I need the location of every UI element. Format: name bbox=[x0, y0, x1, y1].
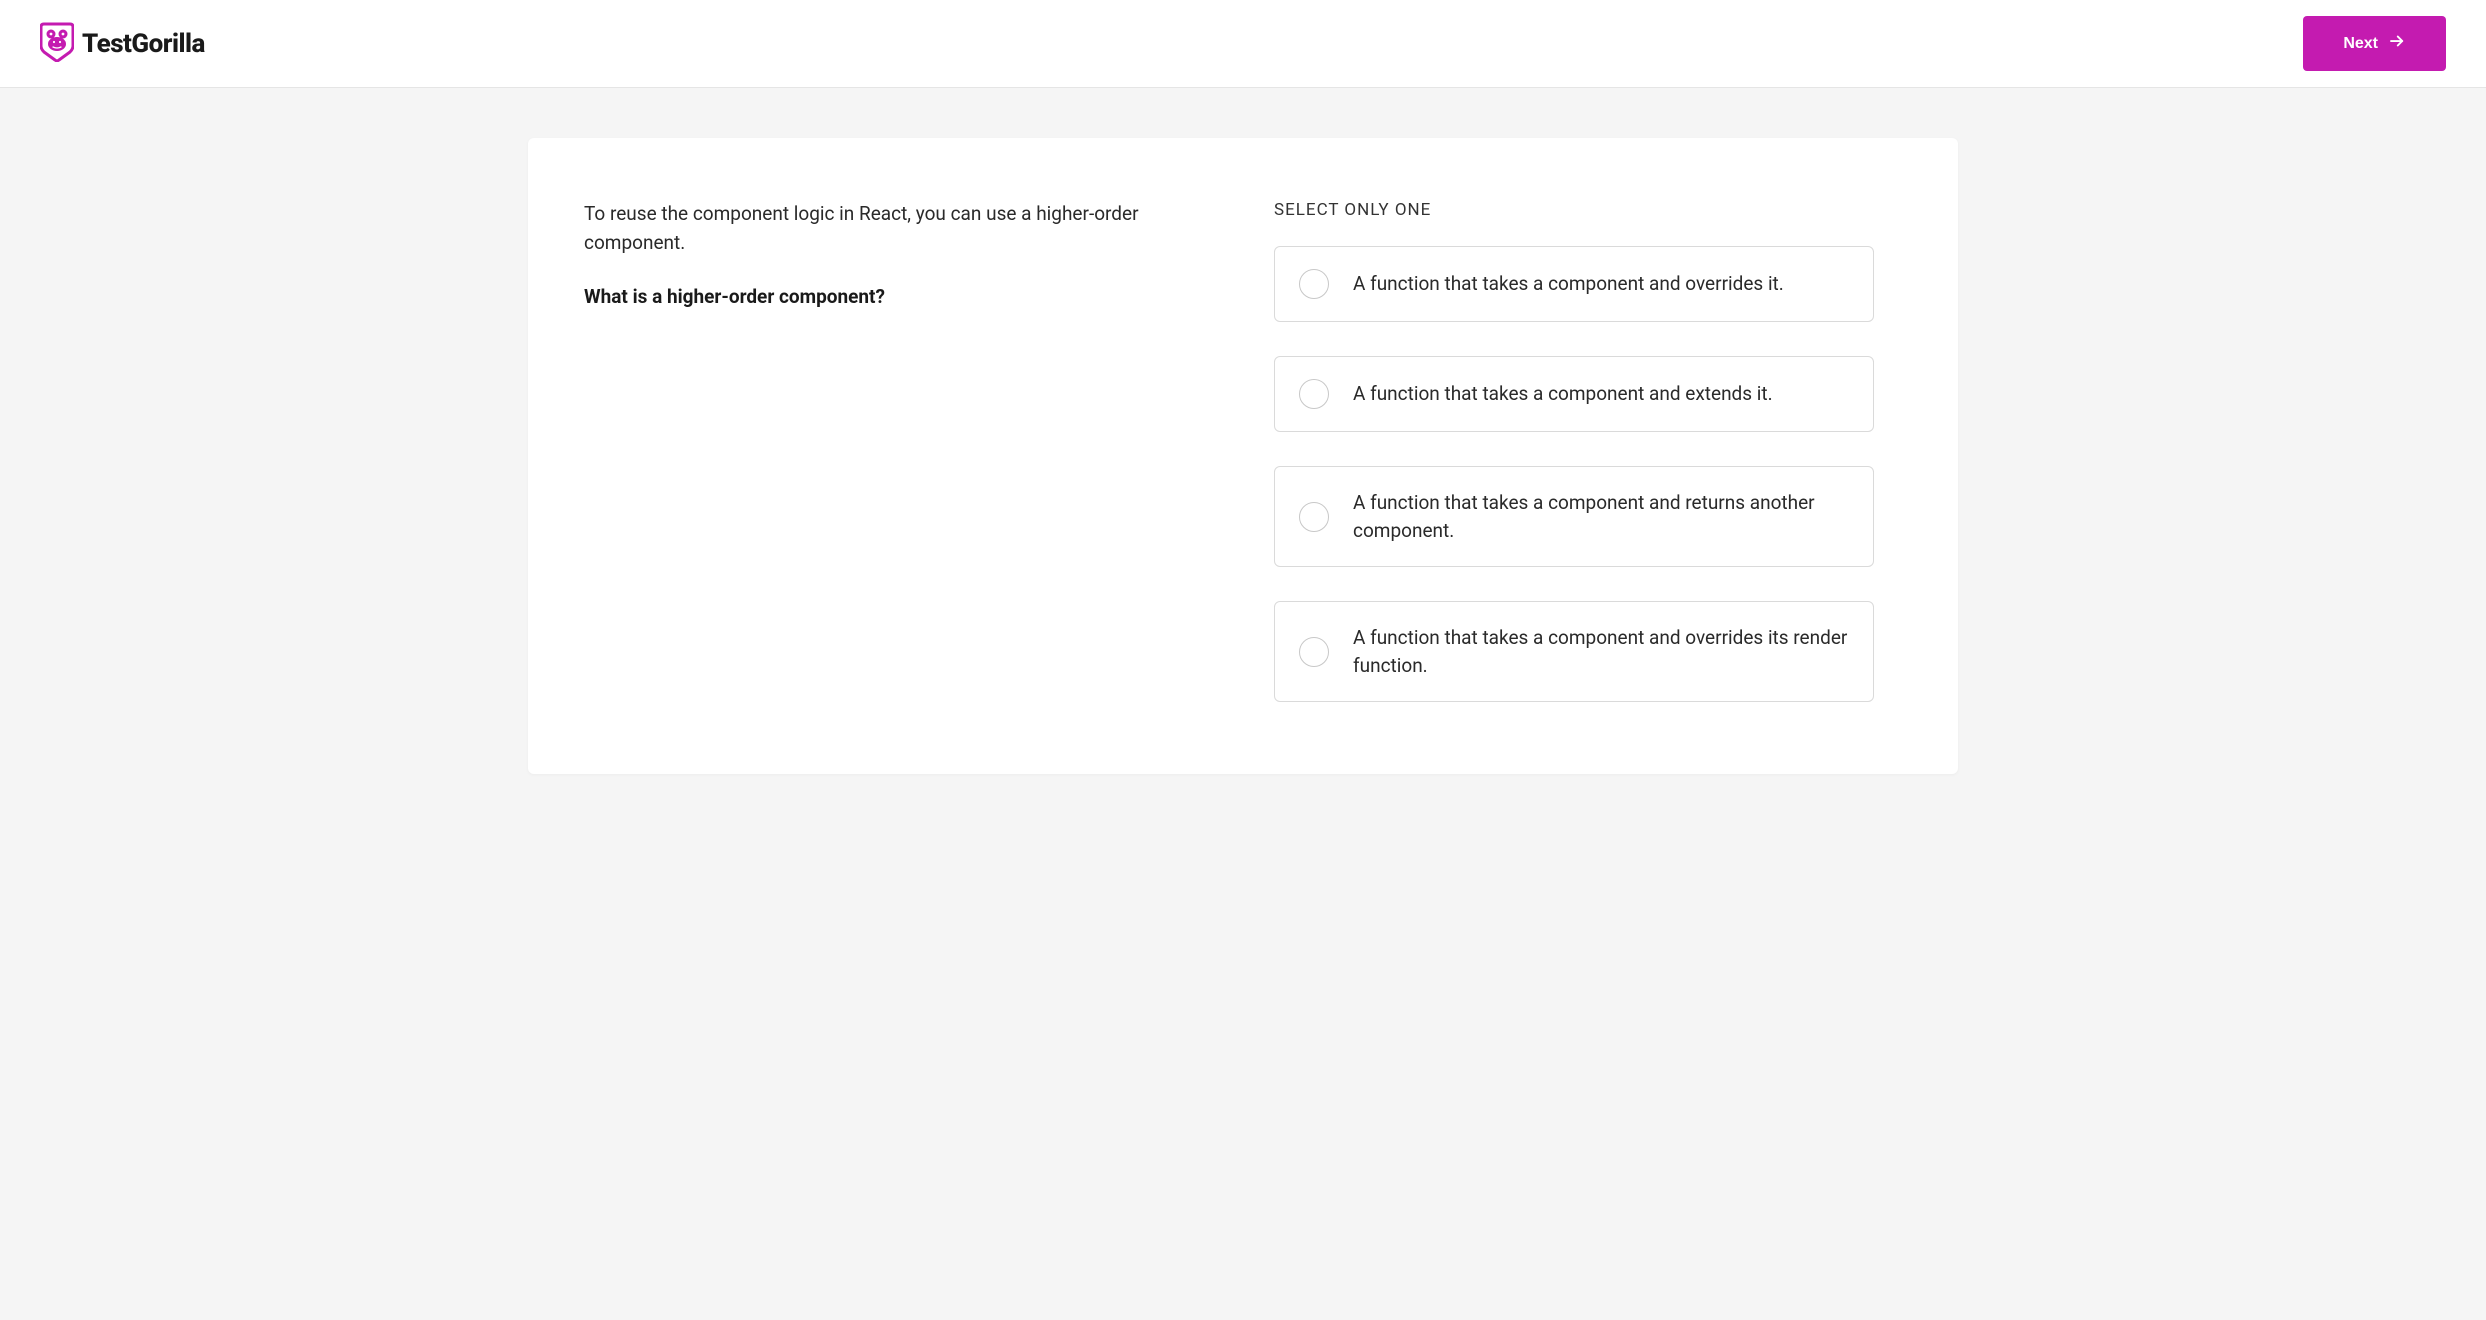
options-instruction: SELECT ONLY ONE bbox=[1274, 200, 1874, 220]
option-label: A function that takes a component and ov… bbox=[1353, 624, 1849, 679]
radio-icon bbox=[1299, 269, 1329, 299]
question-intro: To reuse the component logic in React, y… bbox=[584, 200, 1184, 257]
question-prompt: What is a higher-order component? bbox=[584, 285, 1184, 308]
next-button[interactable]: Next bbox=[2303, 16, 2446, 71]
option-2[interactable]: A function that takes a component and re… bbox=[1274, 466, 1874, 567]
brand-logo: TestGorilla bbox=[40, 22, 205, 66]
option-label: A function that takes a component and ex… bbox=[1353, 380, 1773, 408]
options-column: SELECT ONLY ONE A function that takes a … bbox=[1274, 200, 1874, 702]
option-label: A function that takes a component and re… bbox=[1353, 489, 1849, 544]
option-0[interactable]: A function that takes a component and ov… bbox=[1274, 246, 1874, 322]
header: TestGorilla Next bbox=[0, 0, 2486, 88]
question-column: To reuse the component logic in React, y… bbox=[584, 200, 1184, 702]
radio-icon bbox=[1299, 637, 1329, 667]
gorilla-icon bbox=[40, 22, 74, 66]
question-card: To reuse the component logic in React, y… bbox=[528, 138, 1958, 774]
option-1[interactable]: A function that takes a component and ex… bbox=[1274, 356, 1874, 432]
radio-icon bbox=[1299, 379, 1329, 409]
option-3[interactable]: A function that takes a component and ov… bbox=[1274, 601, 1874, 702]
radio-icon bbox=[1299, 502, 1329, 532]
option-label: A function that takes a component and ov… bbox=[1353, 270, 1784, 298]
arrow-right-icon bbox=[2388, 32, 2406, 55]
brand-name: TestGorilla bbox=[82, 29, 205, 59]
next-button-label: Next bbox=[2343, 35, 2378, 53]
content-wrapper: To reuse the component logic in React, y… bbox=[0, 88, 2486, 824]
